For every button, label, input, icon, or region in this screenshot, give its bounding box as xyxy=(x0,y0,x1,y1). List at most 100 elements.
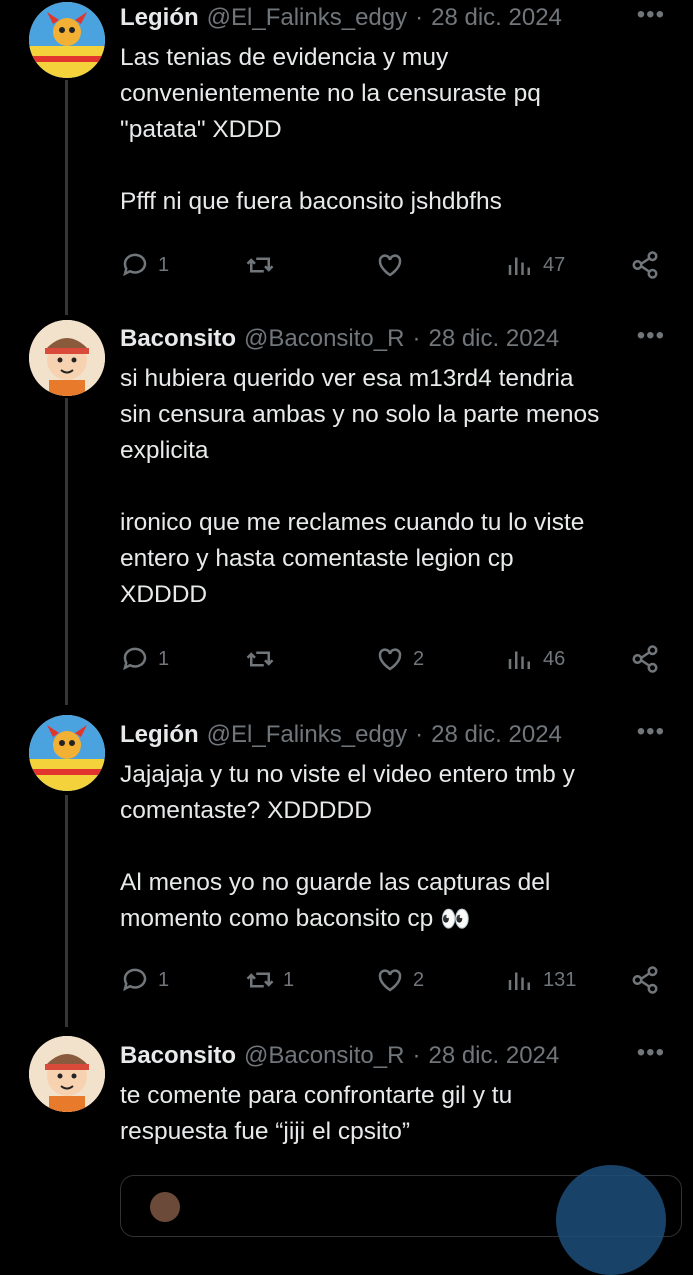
tweet-line: comentaste? XDDDDD xyxy=(120,797,372,824)
author-name[interactable]: Legión xyxy=(120,2,199,34)
author-name[interactable]: Baconsito xyxy=(120,323,236,355)
tweet-actions: 1 1 2 131 xyxy=(120,960,665,1000)
tweet-actions: 1 2 46 xyxy=(120,639,665,679)
reply-icon xyxy=(123,968,147,992)
avatar[interactable] xyxy=(29,1036,105,1112)
like-button[interactable]: 2 xyxy=(375,960,424,1000)
tweet-line: si hubiera querido ver esa m13rd4 tendri… xyxy=(120,365,574,392)
retweet-count: 1 xyxy=(283,968,295,991)
like-count: 2 xyxy=(413,968,425,991)
reply-button[interactable]: 1 xyxy=(120,639,169,679)
views-button[interactable]: 47 xyxy=(505,245,565,285)
separator-dot: · xyxy=(415,4,424,31)
reply-button[interactable]: 1 xyxy=(120,960,169,1000)
tweet-text: si hubiera querido ver esa m13rd4 tendri… xyxy=(120,361,665,613)
retweet-button[interactable] xyxy=(245,639,283,679)
avatar[interactable] xyxy=(29,320,105,396)
tweet-line: Pfff ni que fuera baconsito jshdbfhs xyxy=(120,188,502,215)
tweet-date[interactable]: 28 dic. 2024 xyxy=(431,2,562,34)
tweet-line xyxy=(120,469,665,505)
reply-icon xyxy=(123,253,147,277)
reply-button[interactable]: 1 xyxy=(120,245,169,285)
retweet-button[interactable]: 1 xyxy=(245,960,294,1000)
separator-dot: · xyxy=(412,1042,421,1069)
like-icon xyxy=(378,648,402,671)
avatar[interactable] xyxy=(29,2,105,78)
tweet-date[interactable]: 28 dic. 2024 xyxy=(428,1040,559,1072)
author-handle[interactable]: @Baconsito_R xyxy=(244,323,404,355)
author-handle[interactable]: @El_Falinks_edgy xyxy=(207,719,407,751)
more-icon[interactable]: ••• xyxy=(637,719,665,745)
share-button[interactable] xyxy=(630,960,660,1000)
tweet-header: Legión @El_Falinks_edgy · 28 dic. 2024 •… xyxy=(120,2,665,34)
tweet-date[interactable]: 28 dic. 2024 xyxy=(428,323,559,355)
retweet-button[interactable] xyxy=(245,245,283,285)
reply-count: 1 xyxy=(158,647,170,670)
author-name[interactable]: Baconsito xyxy=(120,1040,236,1072)
views-count: 47 xyxy=(543,253,566,276)
tweet-line: Jajajaja y tu no viste el video entero t… xyxy=(120,761,575,788)
share-icon xyxy=(632,645,658,673)
tweet-line: ironico que me reclames cuando tu lo vis… xyxy=(120,509,585,536)
separator-dot: · xyxy=(415,721,424,748)
views-icon xyxy=(508,972,530,990)
author-handle[interactable]: @El_Falinks_edgy xyxy=(207,2,407,34)
views-icon xyxy=(508,257,530,275)
views-button[interactable]: 131 xyxy=(505,960,576,1000)
tweet-line: convenientemente no la censuraste pq xyxy=(120,80,541,107)
like-icon xyxy=(378,254,402,277)
retweet-icon xyxy=(246,651,274,667)
tweet-line: respuesta fue “jiji el cpsito” xyxy=(120,1118,411,1145)
separator-dot: · xyxy=(412,325,421,352)
retweet-icon xyxy=(246,972,274,988)
views-count: 131 xyxy=(543,968,577,991)
tweet-text: te comente para confrontarte gil y tu re… xyxy=(120,1078,665,1150)
share-button[interactable] xyxy=(630,639,660,679)
tweet-line: explicita xyxy=(120,437,209,464)
retweet-icon xyxy=(246,257,274,273)
share-button[interactable] xyxy=(630,245,660,285)
tweet-line xyxy=(120,829,665,865)
thread-line xyxy=(65,80,68,315)
views-count: 46 xyxy=(543,647,566,670)
avatar[interactable] xyxy=(29,715,105,791)
like-icon xyxy=(378,969,402,992)
eyes-emoji: 👀 xyxy=(440,905,471,933)
avatar xyxy=(150,1192,180,1222)
tweet-header: Baconsito @Baconsito_R · 28 dic. 2024 ••… xyxy=(120,1040,665,1072)
share-icon xyxy=(632,251,658,279)
tweet-line: momento como baconsito cp xyxy=(120,905,434,932)
share-icon xyxy=(632,966,658,994)
reply-icon xyxy=(123,647,147,671)
thread-line xyxy=(65,795,68,1027)
like-button[interactable] xyxy=(375,245,413,285)
tweet-date[interactable]: 28 dic. 2024 xyxy=(431,719,562,751)
tweet-line: te comente para confrontarte gil y tu xyxy=(120,1082,513,1109)
tweet-line: entero y hasta comentaste legion cp xyxy=(120,545,514,572)
tweet-text: Jajajaja y tu no viste el video entero t… xyxy=(120,757,665,938)
tweet-line: Al menos yo no guarde las capturas del xyxy=(120,869,551,896)
tweet-header: Baconsito @Baconsito_R · 28 dic. 2024 ••… xyxy=(120,323,665,355)
like-button[interactable]: 2 xyxy=(375,639,424,679)
more-icon[interactable]: ••• xyxy=(637,323,665,349)
tweet-header: Legión @El_Falinks_edgy · 28 dic. 2024 •… xyxy=(120,719,665,751)
tweet-line xyxy=(120,148,665,184)
like-count: 2 xyxy=(413,647,425,670)
tweet-line: XDDDD xyxy=(120,581,208,608)
tweet-line: "patata" XDDD xyxy=(120,116,282,143)
more-icon[interactable]: ••• xyxy=(637,2,665,28)
tweet-line: Las tenias de evidencia y muy xyxy=(120,44,449,71)
views-icon xyxy=(508,651,530,669)
author-name[interactable]: Legión xyxy=(120,719,199,751)
tweet-actions: 1 47 xyxy=(120,245,665,285)
more-icon[interactable]: ••• xyxy=(637,1040,665,1066)
views-button[interactable]: 46 xyxy=(505,639,565,679)
tweet-line-with-emoji: momento como baconsito cp 👀 xyxy=(120,901,665,938)
tweet-text: Las tenias de evidencia y muy convenient… xyxy=(120,40,665,220)
compose-button[interactable] xyxy=(556,1165,666,1275)
reply-count: 1 xyxy=(158,968,170,991)
tweet-line: sin censura ambas y no solo la parte men… xyxy=(120,401,600,428)
thread-line xyxy=(65,398,68,705)
reply-count: 1 xyxy=(158,253,170,276)
author-handle[interactable]: @Baconsito_R xyxy=(244,1040,404,1072)
